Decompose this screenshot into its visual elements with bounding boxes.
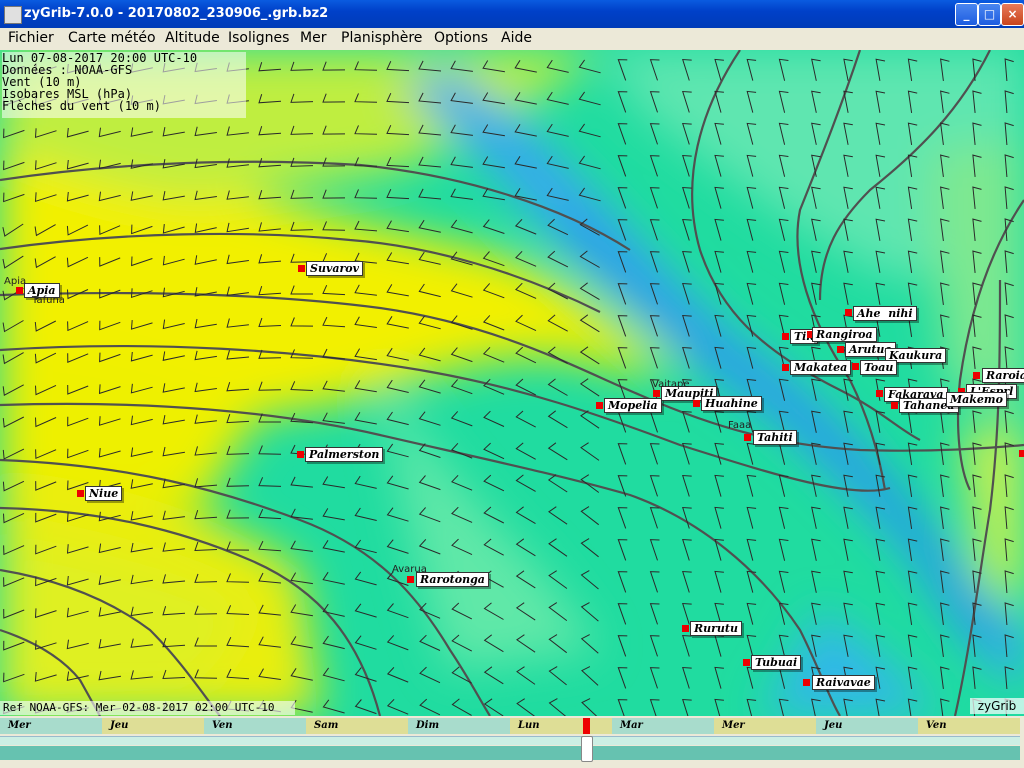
menu-planisphere[interactable]: Planisphère bbox=[341, 30, 422, 46]
place-tubuai[interactable]: Tubuai bbox=[751, 655, 802, 670]
place-niue[interactable]: Niue bbox=[85, 486, 123, 501]
place-dot bbox=[743, 659, 750, 666]
timeline-slider-handle[interactable] bbox=[581, 736, 593, 762]
place-raivavae[interactable]: Raivavae bbox=[812, 675, 875, 690]
place-rarotonga[interactable]: Rarotonga bbox=[416, 572, 489, 587]
place-ahe-text: Ahe bbox=[857, 307, 881, 320]
day-cell[interactable]: Mer bbox=[714, 718, 816, 734]
close-button[interactable]: × bbox=[1001, 3, 1024, 26]
wind-field bbox=[0, 50, 1024, 716]
place-dot bbox=[837, 346, 844, 353]
day-cell[interactable]: Mer bbox=[0, 718, 102, 734]
town-faaa: Faaa bbox=[728, 420, 752, 431]
weather-map[interactable]: Suvarov Apia Palmerston Niue Rarotonga M… bbox=[0, 50, 1024, 716]
day-cell[interactable]: Sam bbox=[306, 718, 408, 734]
menu-mer[interactable]: Mer bbox=[300, 30, 326, 46]
timeline[interactable]: Mer Jeu Ven Sam Dim Lun Mar Mer Jeu Ven bbox=[0, 716, 1024, 768]
place-rangiroa[interactable]: Rangiroa bbox=[812, 327, 877, 342]
place-dot bbox=[298, 265, 305, 272]
forecast-reference: Ref NOAA-GFS: Mer 02-08-2017 02:00 UTC-1… bbox=[0, 701, 295, 715]
menu-carte-meteo[interactable]: Carte météo bbox=[68, 30, 156, 46]
maximize-button[interactable]: □ bbox=[978, 3, 1001, 26]
menu-bar: Fichier Carte météo Altitude Isolignes M… bbox=[0, 28, 1024, 50]
place-dot bbox=[876, 390, 883, 397]
day-cell[interactable]: Mar bbox=[612, 718, 714, 734]
place-palmerston[interactable]: Palmerston bbox=[305, 447, 384, 462]
place-makatea[interactable]: Makatea bbox=[790, 360, 852, 375]
timeline-track[interactable] bbox=[0, 736, 1020, 745]
menu-fichier[interactable]: Fichier bbox=[8, 30, 54, 46]
brand-label: zyGrib bbox=[970, 698, 1024, 714]
place-dot bbox=[596, 402, 603, 409]
place-dot bbox=[852, 363, 859, 370]
place-dot bbox=[891, 402, 898, 409]
day-cell[interactable]: Ven bbox=[918, 718, 1020, 734]
day-cell[interactable]: Jeu bbox=[102, 718, 204, 734]
place-dot bbox=[653, 390, 660, 397]
day-cell[interactable]: Ven bbox=[204, 718, 306, 734]
place-rurutu[interactable]: Rurutu bbox=[690, 621, 743, 636]
menu-isolignes[interactable]: Isolignes bbox=[228, 30, 289, 46]
minimize-button[interactable]: _ bbox=[955, 3, 978, 26]
place-manihi-text: nihi bbox=[888, 307, 913, 320]
place-toau[interactable]: Toau bbox=[860, 360, 898, 375]
window-title: zyGrib-7.0.0 - 20170802_230906_.grb.bz2 bbox=[24, 6, 329, 21]
place-dot bbox=[16, 287, 23, 294]
place-dot bbox=[973, 372, 980, 379]
title-bar: zyGrib-7.0.0 - 20170802_230906_.grb.bz2 … bbox=[0, 0, 1024, 28]
timeline-slider-track[interactable] bbox=[0, 746, 1020, 760]
menu-options[interactable]: Options bbox=[434, 30, 488, 46]
place-suvarov[interactable]: Suvarov bbox=[306, 261, 363, 276]
map-info-box: Lun 07-08-2017 20:00 UTC-10 Données : NO… bbox=[2, 52, 246, 118]
place-dot bbox=[744, 434, 751, 441]
place-mopelia[interactable]: Mopelia bbox=[604, 398, 662, 413]
town-vaitape: Vaitape bbox=[652, 379, 690, 390]
menu-altitude[interactable]: Altitude bbox=[165, 30, 220, 46]
town-avarua: Avarua bbox=[392, 564, 427, 575]
info-arrows: Flèches du vent (10 m) bbox=[2, 99, 161, 113]
place-dot bbox=[1019, 450, 1024, 457]
town-apia: Apia bbox=[4, 276, 27, 287]
place-makemo[interactable]: Makemo bbox=[946, 392, 1007, 407]
place-dot bbox=[407, 576, 414, 583]
place-dot bbox=[297, 451, 304, 458]
place-tahiti[interactable]: Tahiti bbox=[753, 430, 797, 445]
app-icon bbox=[4, 6, 22, 24]
place-dot bbox=[693, 400, 700, 407]
place-dot bbox=[845, 309, 852, 316]
day-cell[interactable]: Lun bbox=[510, 718, 612, 734]
place-dot bbox=[77, 490, 84, 497]
place-dot bbox=[782, 364, 789, 371]
time-cursor bbox=[583, 718, 590, 734]
day-cell[interactable]: Dim bbox=[408, 718, 510, 734]
place-raroia[interactable]: Raroia bbox=[982, 368, 1024, 383]
place-dot bbox=[803, 679, 810, 686]
town-tafuna: Tafuna bbox=[32, 295, 65, 306]
place-dot bbox=[682, 625, 689, 632]
menu-aide[interactable]: Aide bbox=[501, 30, 532, 46]
day-row: Mer Jeu Ven Sam Dim Lun Mar Mer Jeu Ven bbox=[0, 718, 1020, 734]
place-ahe[interactable]: Ahe nihi bbox=[853, 306, 917, 321]
day-cell[interactable]: Jeu bbox=[816, 718, 918, 734]
place-dot bbox=[782, 333, 789, 340]
place-huahine[interactable]: Huahine bbox=[701, 396, 762, 411]
